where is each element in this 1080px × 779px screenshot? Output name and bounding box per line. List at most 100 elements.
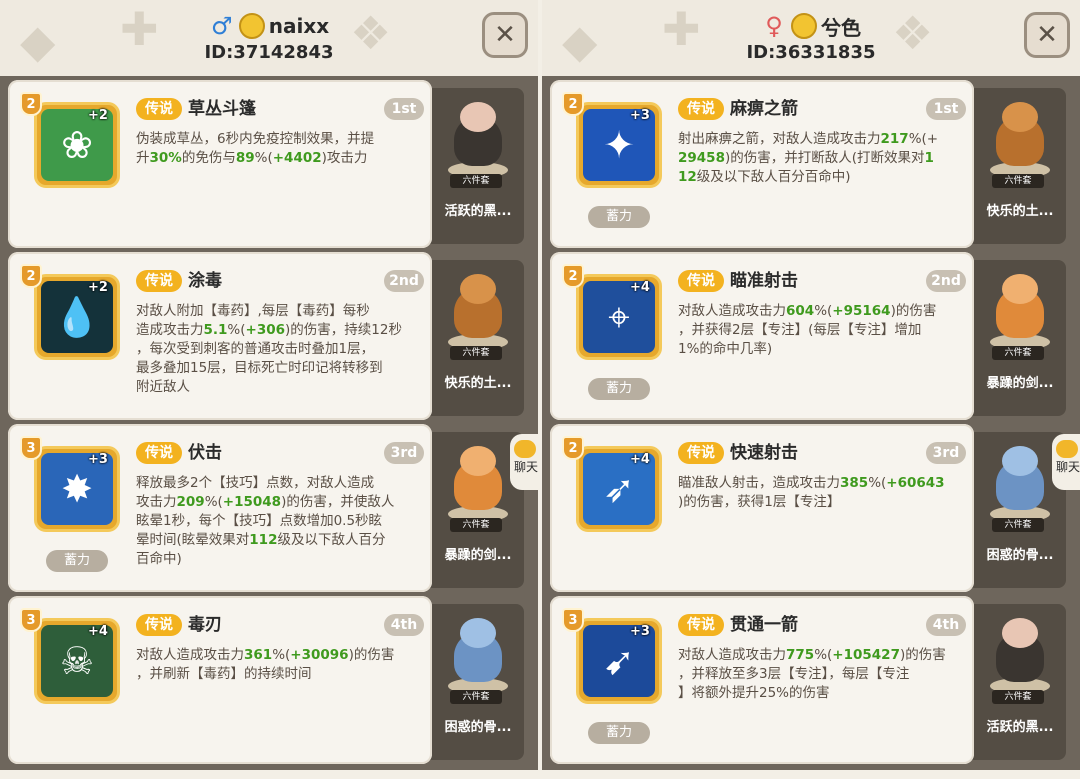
bonus-value: +95164 [832,303,891,319]
bonus-value: 29458 [678,150,725,166]
pet-panel[interactable]: 六件套 暴躁的剑... [970,260,1066,416]
desc-text: 对敌人造成攻击力 [678,303,786,319]
skill-description: 伪装成草丛，6秒内免疫控制效果，并提 升30%的免伤与89%(+4402)攻击力 [136,130,420,168]
bonus-value: 30% [149,150,182,166]
set-tag: 六件套 [450,174,502,188]
rank-badge: 1st [926,98,966,120]
pet-head [1002,102,1038,132]
skill-description: 释放最多2个【技巧】点数，对敌人造成 攻击力209%(+15048)的伤害，并使… [136,474,420,569]
rarity-badge: 传说 [136,98,182,120]
bonus-value: 775 [786,647,815,663]
rank-badge: 3rd [384,442,424,464]
desc-text: %( [272,647,291,663]
enhance-level: +4 [630,280,650,295]
skill-level-badge: 2 [562,436,584,460]
desc-text: %( [814,303,833,319]
skill-name: 贯通一箭 [730,615,798,635]
pet-panel[interactable]: 六件套 活跃的黑... [428,88,524,244]
skill-card[interactable]: ☠ 3 +4 传说 毒刃 4th 对敌人造成攻击力361%(+30096)的伤害… [8,596,432,764]
player-name: 兮色 [821,15,861,40]
skill-description: 对敌人造成攻击力604%(+95164)的伤害 ，并获得2层【专注】(每层【专注… [678,302,962,359]
skill-name: 快速射击 [730,443,798,463]
enhance-level: +4 [630,452,650,467]
pet-name: 暴躁的剑... [444,548,512,563]
pet-name: 快乐的土... [986,204,1054,219]
skill-row: 六件套 暴躁的剑... ⌖ 2 +4 蓄力 传说 瞄准射击 2nd 对敌人造成攻… [542,252,1080,420]
desc-text: %(+ [908,131,939,147]
enhance-level: +4 [88,624,108,639]
desc-text: %( [227,322,246,338]
rank-badge: 2nd [384,270,424,292]
skill-card[interactable]: ⌖ 2 +4 蓄力 传说 瞄准射击 2nd 对敌人造成攻击力604%(+9516… [550,252,974,420]
desc-text: %( [254,150,273,166]
pet-figure [448,618,508,696]
close-button[interactable]: ✕ [1024,12,1070,58]
player-name-row: ♂ naixx [0,12,538,40]
rank-badge: 2nd [926,270,966,292]
skill-card[interactable]: ➹ 3 +3 蓄力 传说 贯通一箭 4th 对敌人造成攻击力775%(+1054… [550,596,974,764]
skill-card[interactable]: ✸ 3 +3 蓄力 传说 伏击 3rd 释放最多2个【技巧】点数，对敌人造成 攻… [8,424,432,592]
desc-text: 射出麻痹之箭，对敌人造成攻击力 [678,131,881,147]
pet-panel[interactable]: 六件套 困惑的骨... [428,604,524,760]
rarity-badge: 传说 [678,442,724,464]
rarity-badge: 传说 [678,98,724,120]
skill-level-badge: 3 [562,608,584,632]
chat-bubble-icon [1056,440,1078,458]
desc-text: %( [204,494,223,510]
avatar-emoji-icon [238,13,265,39]
pet-panel[interactable]: 六件套 快乐的土... [428,260,524,416]
chat-tab[interactable]: 聊天 [510,434,538,490]
skill-level-badge: 2 [562,264,584,288]
desc-text: 的免伤与 [181,150,236,166]
pet-panel[interactable]: 六件套 快乐的土... [970,88,1066,244]
bonus-value: 209 [176,494,205,510]
bonus-value: +105427 [832,647,900,663]
pet-head [460,618,496,648]
chat-tab[interactable]: 聊天 [1052,434,1080,490]
enhance-level: +2 [88,280,108,295]
pet-figure [990,618,1050,696]
set-tag: 六件套 [992,174,1044,188]
skill-card[interactable]: ❀ 2 +2 传说 草丛斗篷 1st 伪装成草丛，6秒内免疫控制效果，并提 升3… [8,80,432,248]
bonus-value: +4402 [272,150,322,166]
skill-description: 对敌人附加【毒药】,每层【毒药】每秒 造成攻击力5.1%(+306)的伤害，持续… [136,302,420,397]
skill-name: 麻痹之箭 [730,99,798,119]
chat-bubble-icon [514,440,536,458]
charge-tag: 蓄力 [588,722,650,744]
skill-card[interactable]: 💧 2 +2 传说 涂毒 2nd 对敌人附加【毒药】,每层【毒药】每秒 造成攻击… [8,252,432,420]
bonus-value: +306 [245,322,286,338]
skill-row: 六件套 活跃的黑... ➹ 3 +3 蓄力 传说 贯通一箭 4th 对敌人造成攻… [542,596,1080,764]
skill-card[interactable]: ✦ 2 +3 蓄力 传说 麻痹之箭 1st 射出麻痹之箭，对敌人造成攻击力217… [550,80,974,248]
male-symbol-icon: ♂ [211,12,233,40]
skill-row: 六件套 快乐的土... 💧 2 +2 传说 涂毒 2nd 对敌人附加【毒药】,每… [0,252,538,420]
set-tag: 六件套 [450,518,502,532]
close-button[interactable]: ✕ [482,12,528,58]
pet-name: 活跃的黑... [986,720,1054,735]
pet-figure [448,274,508,352]
panel-bottom-edge [0,770,538,779]
charge-tag: 蓄力 [588,378,650,400]
pet-head [460,274,496,304]
charge-tag: 蓄力 [46,550,108,572]
desc-text: %( [814,647,833,663]
skill-row: 六件套 困惑的骨... ➶ 2 +4 传说 快速射击 3rd 瞄准敌人射击，造成… [542,424,1080,592]
skill-description: 对敌人造成攻击力361%(+30096)的伤害 ，并刷新【毒药】的持续时间 [136,646,420,684]
skill-level-badge: 3 [20,608,42,632]
pet-head [1002,274,1038,304]
pet-figure [448,102,508,180]
close-icon: ✕ [1036,20,1058,50]
charge-tag: 蓄力 [588,206,650,228]
player-name-row: ♀ 兮色 [542,12,1080,40]
skill-level-badge: 2 [562,92,584,116]
bonus-value: +30096 [290,647,349,663]
set-tag: 六件套 [992,518,1044,532]
skill-row: 六件套 暴躁的剑... ✸ 3 +3 蓄力 传说 伏击 3rd 释放最多2个【技… [0,424,538,592]
pet-figure [990,446,1050,524]
pet-panel[interactable]: 六件套 活跃的黑... [970,604,1066,760]
bonus-value: +60643 [886,475,945,491]
skill-row: 六件套 活跃的黑... ❀ 2 +2 传说 草丛斗篷 1st 伪装成草丛，6秒内… [0,80,538,248]
skill-row: 六件套 快乐的土... ✦ 2 +3 蓄力 传说 麻痹之箭 1st 射出麻痹之箭… [542,80,1080,248]
enhance-level: +3 [630,108,650,123]
desc-text: 瞄准敌人射击，造成攻击力 [678,475,840,491]
skill-card[interactable]: ➶ 2 +4 传说 快速射击 3rd 瞄准敌人射击，造成攻击力385%(+606… [550,424,974,592]
